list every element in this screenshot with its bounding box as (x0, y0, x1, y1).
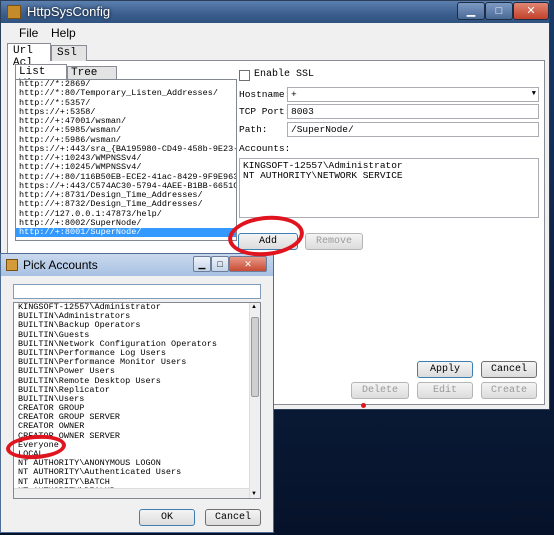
dialog-close-button[interactable]: ✕ (229, 256, 267, 272)
apply-button[interactable]: Apply (417, 361, 473, 378)
menu-file[interactable]: File (19, 26, 38, 40)
delete-button[interactable]: Delete (351, 382, 409, 399)
enable-ssl-label: Enable SSL (254, 69, 315, 80)
horizontal-scrollbar[interactable] (14, 488, 249, 498)
accounts-list[interactable]: KINGSOFT-12557\Administrator NT AUTHORIT… (239, 158, 539, 218)
title-bar[interactable]: HttpSysConfig ▁ □ ✕ (1, 1, 549, 23)
menu-bar: File Help (1, 23, 549, 43)
vertical-scrollbar[interactable]: ▲ ▼ (249, 303, 260, 498)
chevron-down-icon: ▼ (531, 90, 536, 98)
hostname-value: + (291, 89, 297, 100)
hostname-select[interactable]: + ▼ (287, 87, 539, 102)
cancel-button[interactable]: Cancel (481, 361, 537, 378)
scroll-thumb[interactable] (251, 317, 259, 397)
close-button[interactable]: ✕ (513, 2, 549, 20)
menu-help[interactable]: Help (51, 26, 76, 40)
annotation-dot (361, 403, 366, 408)
edit-button[interactable]: Edit (417, 382, 473, 399)
scroll-down-icon[interactable]: ▼ (251, 491, 257, 497)
tab-url-acl[interactable]: Url Acl (7, 43, 51, 69)
account-item[interactable]: NT AUTHORITY\NETWORK SERVICE (243, 171, 535, 181)
dialog-minimize-button[interactable]: ▁ (193, 256, 211, 272)
path-label: Path: (239, 124, 268, 135)
scroll-up-icon[interactable]: ▲ (251, 304, 257, 310)
remove-button[interactable]: Remove (305, 233, 363, 250)
tab-ssl[interactable]: Ssl (51, 45, 87, 61)
pick-accounts-dialog: Pick Accounts ▁ □ ✕ KINGSOFT-12557\Admin… (0, 253, 274, 533)
account-list-rows: KINGSOFT-12557\Administrator BUILTIN\Admi… (14, 303, 260, 496)
tcp-port-input[interactable]: 8003 (287, 104, 539, 119)
app-icon (7, 5, 21, 19)
tcp-port-label: TCP Port: (239, 106, 291, 117)
dialog-maximize-button[interactable]: □ (211, 256, 229, 272)
account-search-input[interactable] (13, 284, 261, 299)
tab-list-view[interactable]: List View (15, 64, 67, 90)
create-button[interactable]: Create (481, 382, 537, 399)
maximize-button[interactable]: □ (485, 2, 513, 20)
account-list[interactable]: KINGSOFT-12557\Administrator BUILTIN\Admi… (13, 302, 261, 499)
tab-tree-view[interactable]: Tree View (67, 66, 117, 91)
accounts-label: Accounts: (239, 143, 291, 154)
ok-button[interactable]: OK (139, 509, 195, 526)
dialog-title: Pick Accounts (23, 258, 98, 272)
dialog-title-bar[interactable]: Pick Accounts ▁ □ ✕ (1, 254, 273, 276)
path-input[interactable]: /SuperNode/ (287, 122, 539, 137)
url-list-item[interactable]: http://+:8001/SuperNode/ (16, 227, 236, 238)
dialog-cancel-button[interactable]: Cancel (205, 509, 261, 526)
minimize-button[interactable]: ▁ (457, 2, 485, 20)
hostname-label: Hostname: (239, 89, 291, 100)
url-list[interactable]: http://*:2869/http://*:80/Temporary_List… (15, 79, 237, 241)
window-title: HttpSysConfig (27, 4, 111, 19)
enable-ssl-checkbox[interactable] (239, 70, 250, 81)
dialog-app-icon (6, 259, 18, 271)
